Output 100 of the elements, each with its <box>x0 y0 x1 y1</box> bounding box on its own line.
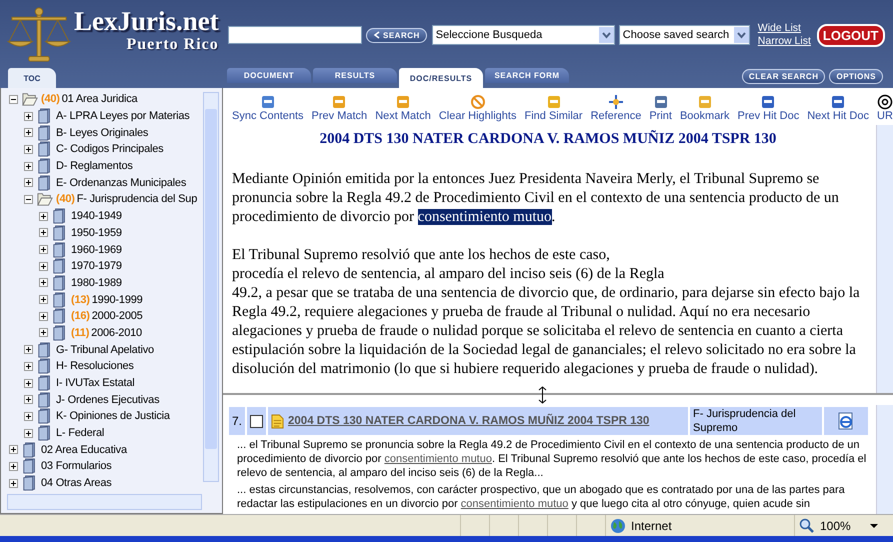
collapse-icon[interactable] <box>9 94 18 104</box>
count-label: (40) <box>41 93 60 106</box>
tool-icon <box>608 94 624 110</box>
tree-item[interactable]: 04 Otras Areas <box>41 477 112 490</box>
view-tab[interactable]: RESULTS <box>313 68 397 83</box>
view-tab[interactable]: SEARCH FORM <box>485 68 569 83</box>
tree-item[interactable]: 2000-2005 <box>92 310 143 322</box>
tree-item[interactable]: 02 Area Educativa <box>41 444 127 456</box>
folder-icon <box>22 475 38 492</box>
tree-item[interactable]: F- Jurisprudencia del Sup <box>76 193 198 206</box>
expand-icon[interactable] <box>39 328 48 338</box>
tree-item[interactable]: 2006-2010 <box>91 326 142 339</box>
tree-item[interactable]: J- Ordenes Ejecutivas <box>56 394 160 406</box>
toolbar-button[interactable]: Clear Highlights <box>438 94 516 122</box>
list-link[interactable]: Narrow List <box>758 35 811 48</box>
folder-icon <box>37 342 53 358</box>
logout-button[interactable]: LOGOUT <box>816 24 884 46</box>
zoom-level[interactable]: 100% <box>820 519 851 533</box>
expand-icon[interactable] <box>24 128 33 138</box>
expand-icon[interactable] <box>24 428 33 438</box>
tree-item[interactable]: K- Opiniones de Justicia <box>56 410 170 422</box>
tree-item[interactable]: 1960-1969 <box>71 244 122 256</box>
folder-icon <box>52 258 68 274</box>
zoom-icon[interactable] <box>799 518 815 534</box>
expand-icon[interactable] <box>39 245 48 254</box>
tree-item[interactable]: I- IVUTax Estatal <box>56 377 135 390</box>
term-link[interactable]: consentimiento mutuo <box>384 453 492 465</box>
expand-icon[interactable] <box>9 445 18 454</box>
search-dropdown[interactable]: Seleccione Busqueda <box>432 25 615 45</box>
expand-icon[interactable] <box>24 144 33 154</box>
expand-icon[interactable] <box>39 262 48 271</box>
toolbar-button[interactable]: Next Hit Doc <box>807 94 869 122</box>
tool-icon <box>395 94 411 110</box>
count-label: (13) <box>71 294 90 306</box>
expand-icon[interactable] <box>39 228 48 238</box>
tool-icon <box>260 94 276 110</box>
vertical-scrollbar[interactable] <box>876 405 893 514</box>
tree-item[interactable]: 1970-1979 <box>71 260 122 272</box>
toolbar-button[interactable]: UR <box>876 94 893 122</box>
expand-icon[interactable] <box>39 295 48 304</box>
search-button[interactable]: SEARCH <box>366 28 427 42</box>
tree-item[interactable]: 1950-1959 <box>71 226 122 239</box>
document-paragraph: Mediante Opinión emitida por la entonces Juez Presidenta Naveira Merly, el Tribunal Supremo se pronuncia sobre la Regla 49.2 de Procedimiento Civil en el contexto de una sentencia producto de un procedimiento de divorcio por consentimiento mutuo. <box>232 170 840 227</box>
expand-icon[interactable] <box>24 178 33 188</box>
expand-icon[interactable] <box>24 162 33 171</box>
tree-item[interactable]: C- Codigos Principales <box>56 143 164 156</box>
expand-icon[interactable] <box>39 278 48 288</box>
tool-icon <box>696 94 713 110</box>
toolbar-button[interactable]: Prev Match <box>312 94 368 122</box>
expand-icon[interactable] <box>24 395 33 404</box>
toolbar-button[interactable]: Print <box>649 94 672 122</box>
view-tab[interactable]: DOCUMENT <box>227 68 311 83</box>
folder-icon <box>37 408 53 424</box>
term-link[interactable]: consentimiento mutuo <box>460 498 568 510</box>
header-button[interactable]: OPTIONS <box>829 69 883 84</box>
expand-icon[interactable] <box>24 362 33 371</box>
folder-icon <box>52 224 68 241</box>
toc-tab[interactable]: TOC <box>8 68 56 88</box>
list-link[interactable]: Wide List <box>758 22 811 35</box>
tree-item[interactable]: 1990-1999 <box>92 294 143 306</box>
view-tab[interactable]: DOC/RESULTS <box>399 68 483 88</box>
tree-item[interactable]: A- LPRA Leyes por Materias <box>56 110 190 122</box>
header-button[interactable]: CLEAR SEARCH <box>742 69 826 84</box>
expand-icon[interactable] <box>24 112 33 121</box>
search-field[interactable] <box>228 26 362 44</box>
folder-icon <box>37 392 53 408</box>
result-checkbox[interactable] <box>250 414 264 428</box>
tree-item[interactable]: 03 Formularios <box>41 460 112 472</box>
expand-icon[interactable] <box>39 212 48 221</box>
saved-search-dropdown[interactable]: Choose saved search <box>618 25 750 45</box>
tree-item[interactable]: 1980-1989 <box>71 276 122 289</box>
tree-item[interactable]: H- Resoluciones <box>56 360 134 372</box>
vertical-scrollbar[interactable] <box>876 125 893 393</box>
toolbar-button[interactable]: Sync Contents <box>232 94 304 122</box>
expand-icon[interactable] <box>24 412 33 421</box>
toolbar-button[interactable]: Find Similar <box>524 94 583 122</box>
vertical-scrollbar[interactable] <box>203 92 219 482</box>
tree-item[interactable]: G- Tribunal Apelativo <box>56 344 154 356</box>
toolbar-button[interactable]: Reference <box>590 94 642 122</box>
tree-item[interactable]: E- Ordenanzas Municipales <box>56 176 186 189</box>
tree-item[interactable]: L- Federal <box>56 427 104 440</box>
folder-icon <box>52 324 68 341</box>
toolbar-button[interactable]: Prev Hit Doc <box>737 94 800 122</box>
horizontal-scrollbar[interactable] <box>7 494 202 510</box>
expand-icon[interactable] <box>24 345 33 354</box>
tool-icon <box>546 94 562 110</box>
expand-icon[interactable] <box>9 478 18 488</box>
tree-item[interactable]: B- Leyes Originales <box>56 126 148 139</box>
resize-icon[interactable] <box>538 386 547 404</box>
folder-icon <box>37 375 53 392</box>
expand-icon[interactable] <box>9 462 18 471</box>
toolbar-button[interactable]: Next Match <box>375 94 431 122</box>
tree-item[interactable]: D- Reglamentos <box>56 160 133 172</box>
caret-icon[interactable] <box>870 524 878 528</box>
expand-icon[interactable] <box>39 312 48 321</box>
toolbar-button[interactable]: Bookmark <box>680 94 730 122</box>
collapse-icon[interactable] <box>24 194 33 204</box>
tree-item[interactable]: 01 Area Juridica <box>62 93 138 106</box>
tree-item[interactable]: 1940-1949 <box>71 210 122 222</box>
expand-icon[interactable] <box>24 378 33 388</box>
